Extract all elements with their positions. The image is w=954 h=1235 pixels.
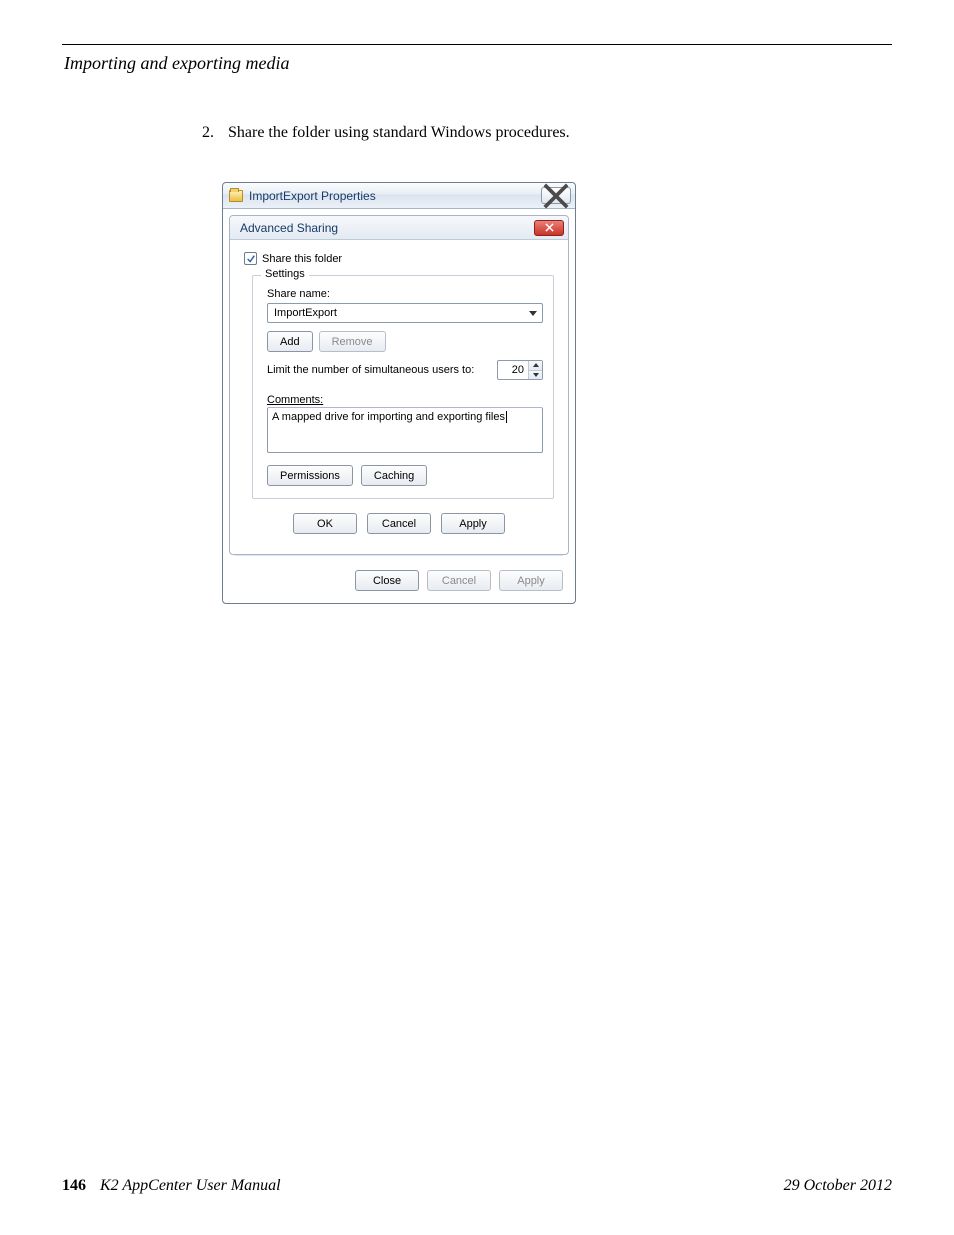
settings-groupbox: Settings Share name: ImportExport Add Re… — [252, 275, 554, 499]
text-caret — [506, 411, 507, 423]
share-folder-checkbox[interactable] — [244, 252, 257, 265]
share-folder-label: Share this folder — [262, 253, 342, 265]
instruction-step: 2. Share the folder using standard Windo… — [202, 124, 892, 142]
inner-titlebar: Advanced Sharing — [230, 216, 568, 240]
share-name-value: ImportExport — [268, 307, 524, 319]
permissions-button[interactable]: Permissions — [267, 465, 353, 486]
comments-label: Comments: — [267, 394, 543, 406]
cancel-button[interactable]: Cancel — [367, 513, 431, 534]
share-name-select[interactable]: ImportExport — [267, 303, 543, 323]
step-number: 2. — [202, 124, 224, 142]
comments-textarea[interactable]: A mapped drive for importing and exporti… — [267, 407, 543, 453]
outer-cancel-button: Cancel — [427, 570, 491, 591]
properties-window: ImportExport Properties Advanced Sharing — [222, 182, 576, 604]
inner-close-button[interactable] — [534, 220, 564, 236]
limit-users-value: 20 — [498, 361, 528, 379]
page-number: 146 — [62, 1177, 86, 1194]
limit-users-spinner[interactable]: 20 — [497, 360, 543, 380]
comments-value: A mapped drive for importing and exporti… — [272, 411, 505, 423]
ok-button[interactable]: OK — [293, 513, 357, 534]
top-rule — [62, 44, 892, 45]
outer-titlebar: ImportExport Properties — [223, 183, 575, 209]
remove-button: Remove — [319, 331, 386, 352]
share-name-label: Share name: — [267, 288, 543, 300]
settings-legend: Settings — [261, 268, 309, 280]
folder-icon — [229, 190, 243, 202]
limit-users-label: Limit the number of simultaneous users t… — [267, 364, 474, 376]
outer-window-title: ImportExport Properties — [249, 189, 541, 203]
spinner-up-button[interactable] — [529, 361, 542, 370]
share-name-dropdown-button[interactable] — [524, 304, 542, 322]
advanced-sharing-dialog: Advanced Sharing Share this folder — [229, 215, 569, 555]
outer-close-button[interactable] — [541, 187, 571, 204]
caching-button[interactable]: Caching — [361, 465, 427, 486]
chevron-down-icon — [533, 373, 539, 377]
chevron-down-icon — [529, 311, 537, 316]
outer-apply-button: Apply — [499, 570, 563, 591]
spinner-down-button[interactable] — [529, 370, 542, 380]
apply-button[interactable]: Apply — [441, 513, 505, 534]
add-button[interactable]: Add — [267, 331, 313, 352]
inner-window-title: Advanced Sharing — [240, 221, 534, 235]
outer-close-button-btn[interactable]: Close — [355, 570, 419, 591]
section-header: Importing and exporting media — [64, 53, 892, 74]
page-footer: 146 K2 AppCenter User Manual 29 October … — [62, 1177, 892, 1195]
footer-date: 29 October 2012 — [784, 1177, 892, 1195]
step-text: Share the folder using standard Windows … — [228, 124, 570, 141]
manual-title: K2 AppCenter User Manual — [100, 1177, 281, 1194]
chevron-up-icon — [533, 363, 539, 367]
